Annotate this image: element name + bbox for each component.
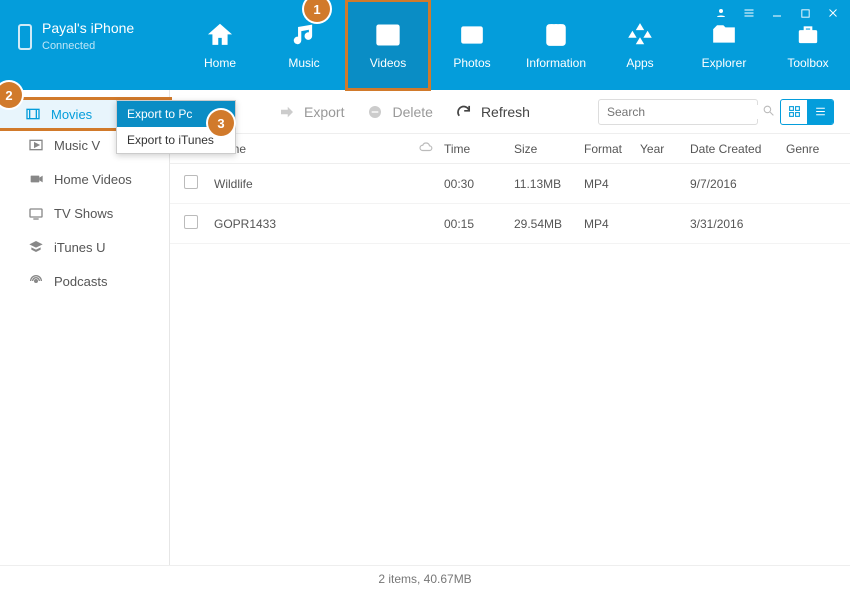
home-video-icon <box>28 171 44 187</box>
export-icon <box>278 103 296 121</box>
cell-time: 00:30 <box>444 177 514 191</box>
sidebar-label: iTunes U <box>54 240 106 255</box>
nav-label: Music <box>288 56 319 70</box>
tv-icon <box>28 205 44 221</box>
sidebar-item-tv-shows[interactable]: TV Shows <box>0 196 169 230</box>
cell-name: Wildlife <box>214 177 408 191</box>
view-toggle <box>780 99 834 125</box>
table-row[interactable]: Wildlife 00:30 11.13MB MP4 9/7/2016 <box>170 164 850 204</box>
nav-home[interactable]: Home <box>178 0 262 90</box>
cell-date: 9/7/2016 <box>690 177 786 191</box>
cell-date: 3/31/2016 <box>690 217 786 231</box>
toolbar-label: Delete <box>392 104 432 120</box>
movies-icon <box>25 106 41 122</box>
apps-icon <box>625 20 655 50</box>
search-box[interactable] <box>598 99 758 125</box>
cell-size: 11.13MB <box>514 177 584 191</box>
nav-label: Home <box>204 56 236 70</box>
col-time[interactable]: Time <box>444 142 514 156</box>
cell-format: MP4 <box>584 177 640 191</box>
nav-label: Apps <box>626 56 653 70</box>
sidebar-label: Home Videos <box>54 172 132 187</box>
explorer-icon <box>709 20 739 50</box>
status-bar: 2 items, 40.67MB <box>0 565 850 591</box>
row-checkbox[interactable] <box>184 215 198 229</box>
nav-apps[interactable]: Apps <box>598 0 682 90</box>
nav-label: Toolbox <box>787 56 828 70</box>
col-genre[interactable]: Genre <box>786 142 836 156</box>
top-nav: Home Music Videos Photos Information App… <box>178 0 850 90</box>
row-checkbox[interactable] <box>184 175 198 189</box>
music-icon <box>289 20 319 50</box>
phone-icon <box>18 24 32 50</box>
podcast-icon <box>28 273 44 289</box>
toolbar-label: Refresh <box>481 104 530 120</box>
nav-photos[interactable]: Photos <box>430 0 514 90</box>
cell-name: GOPR1433 <box>214 217 408 231</box>
nav-videos[interactable]: Videos <box>346 0 430 90</box>
cell-time: 00:15 <box>444 217 514 231</box>
col-name[interactable]: Name <box>214 142 408 156</box>
list-view-button[interactable] <box>807 100 833 124</box>
music-video-icon <box>28 137 44 153</box>
nav-explorer[interactable]: Explorer <box>682 0 766 90</box>
col-cloud-icon[interactable] <box>408 140 444 157</box>
app-header: Payal's iPhone Connected Home Music Vide… <box>0 0 850 90</box>
nav-label: Videos <box>370 56 406 70</box>
grid-view-button[interactable] <box>781 100 807 124</box>
search-icon <box>762 104 775 120</box>
content-area: Export Delete Refresh Name <box>170 90 850 565</box>
device-status: Connected <box>42 40 134 52</box>
nav-label: Explorer <box>702 56 747 70</box>
sidebar-item-itunes-u[interactable]: iTunes U <box>0 230 169 264</box>
toolbar: Export Delete Refresh <box>170 90 850 134</box>
col-date[interactable]: Date Created <box>690 142 786 156</box>
delete-icon <box>366 103 384 121</box>
sidebar-item-home-videos[interactable]: Home Videos <box>0 162 169 196</box>
home-icon <box>205 20 235 50</box>
information-icon <box>541 20 571 50</box>
device-name: Payal's iPhone <box>42 20 134 36</box>
nav-label: Photos <box>453 56 490 70</box>
sidebar-label: Music V <box>54 138 100 153</box>
export-button[interactable]: Export <box>278 103 344 121</box>
cell-format: MP4 <box>584 217 640 231</box>
sidebar-item-podcasts[interactable]: Podcasts <box>0 264 169 298</box>
cell-size: 29.54MB <box>514 217 584 231</box>
col-format[interactable]: Format <box>584 142 640 156</box>
search-input[interactable] <box>607 105 762 119</box>
device-block: Payal's iPhone Connected <box>0 0 178 90</box>
delete-button[interactable]: Delete <box>366 103 432 121</box>
sidebar-label: Movies <box>51 107 92 122</box>
table-row[interactable]: GOPR1433 00:15 29.54MB MP4 3/31/2016 <box>170 204 850 244</box>
nav-information[interactable]: Information <box>514 0 598 90</box>
itunesu-icon <box>28 239 44 255</box>
sidebar-label: Podcasts <box>54 274 107 289</box>
sidebar-label: TV Shows <box>54 206 113 221</box>
sidebar: Movies Music V Home Videos TV Shows iTun… <box>0 90 170 565</box>
nav-toolbox[interactable]: Toolbox <box>766 0 850 90</box>
refresh-button[interactable]: Refresh <box>455 103 530 121</box>
toolbox-icon <box>793 20 823 50</box>
nav-label: Information <box>526 56 586 70</box>
col-size[interactable]: Size <box>514 142 584 156</box>
toolbar-label: Export <box>304 104 344 120</box>
refresh-icon <box>455 103 473 121</box>
status-text: 2 items, 40.67MB <box>378 572 471 586</box>
photos-icon <box>457 20 487 50</box>
col-year[interactable]: Year <box>640 142 690 156</box>
table-header: Name Time Size Format Year Date Created … <box>170 134 850 164</box>
callout-3: 3 <box>208 110 234 136</box>
videos-icon <box>373 20 403 50</box>
